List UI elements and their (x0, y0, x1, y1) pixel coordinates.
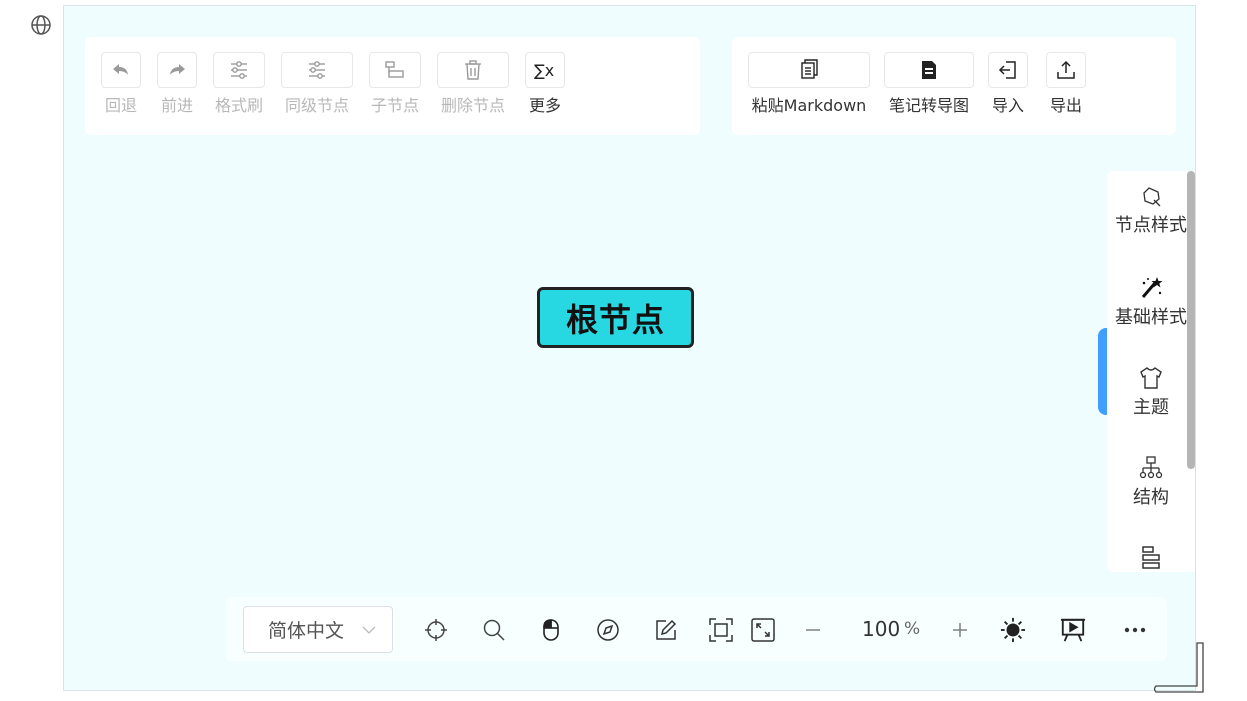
sidebar-item-label: 节点样式 (1115, 215, 1187, 236)
sidebar-item-node-style[interactable]: 节点样式 (1107, 171, 1195, 261)
edit-icon[interactable] (653, 617, 679, 643)
note-to-map-button[interactable]: 笔记转导图 (884, 52, 974, 115)
file-toolbar: 粘贴Markdown 笔记转导图 导入 导出 (732, 37, 1176, 135)
chevron-down-icon (362, 626, 376, 634)
export-button[interactable]: 导出 (1046, 52, 1086, 115)
delete-node-button[interactable]: 删除节点 (437, 52, 509, 115)
export-label: 导出 (1049, 96, 1082, 115)
import-button[interactable]: 导入 (988, 52, 1028, 115)
zoom-unit: % (904, 619, 921, 639)
delete-node-label: 删除节点 (440, 96, 505, 115)
child-node-button[interactable]: 子节点 (369, 52, 421, 115)
redo-icon (157, 52, 197, 88)
redo-button[interactable]: 前进 (157, 52, 197, 115)
more-icon[interactable] (1122, 617, 1148, 643)
formula-icon: ∑x (525, 52, 565, 88)
import-icon (988, 52, 1028, 88)
undo-icon (101, 52, 141, 88)
import-label: 导入 (991, 96, 1024, 115)
paste-markdown-button[interactable]: 粘贴Markdown (748, 52, 870, 115)
presentation-icon[interactable] (1060, 617, 1086, 643)
sidebar-item-label: 结构 (1133, 487, 1169, 508)
sidebar-item-base-style[interactable]: 基础样式 (1107, 261, 1195, 351)
format-painter-button[interactable]: 格式刷 (213, 52, 265, 115)
locate-icon[interactable] (423, 617, 449, 643)
more-button[interactable]: ∑x 更多 (525, 52, 565, 115)
svg-text:∑x: ∑x (534, 61, 554, 80)
format-painter-icon (213, 52, 265, 88)
style-sidebar: 节点样式 基础样式 主题 结构 (1107, 171, 1195, 572)
search-icon[interactable] (481, 617, 507, 643)
child-node-icon (369, 52, 421, 88)
shirt-icon (1140, 367, 1162, 389)
note-icon (884, 52, 974, 88)
format-painter-label: 格式刷 (214, 96, 263, 115)
sidebar-item-outline[interactable] (1107, 531, 1195, 572)
paste-markdown-label: 粘贴Markdown (751, 96, 867, 115)
child-node-label: 子节点 (370, 96, 419, 115)
outline-icon (1142, 546, 1160, 569)
zoom-in-icon[interactable] (947, 617, 973, 643)
root-node[interactable]: 根节点 (537, 287, 694, 348)
magic-wand-icon (1141, 277, 1163, 298)
node-style-icon (1143, 187, 1161, 207)
resize-handle-icon[interactable] (1153, 642, 1205, 694)
sidebar-scrollbar[interactable] (1187, 171, 1195, 469)
sibling-node-button[interactable]: 同级节点 (281, 52, 353, 115)
language-select[interactable]: 简体中文 (243, 606, 393, 653)
sidebar-item-theme[interactable]: 主题 (1107, 351, 1195, 441)
zoom-value: 100 (862, 617, 901, 641)
sidebar-item-structure[interactable]: 结构 (1107, 441, 1195, 531)
fullscreen-icon[interactable] (750, 617, 776, 643)
compass-icon[interactable] (595, 617, 621, 643)
sibling-node-icon (281, 52, 353, 88)
paste-markdown-icon (748, 52, 870, 88)
dark-mode-icon[interactable] (1000, 617, 1026, 643)
edit-toolbar: 回退 前进 格式刷 同级节点 子节点 删除节点 ∑x 更多 (85, 37, 700, 135)
language-value: 简体中文 (268, 620, 345, 642)
undo-label: 回退 (104, 96, 137, 115)
zoom-out-icon[interactable] (800, 617, 826, 643)
trash-icon (437, 52, 509, 88)
sibling-node-label: 同级节点 (284, 96, 349, 115)
fit-icon[interactable] (708, 617, 734, 643)
sidebar-item-label: 基础样式 (1115, 307, 1187, 328)
mouse-icon[interactable] (538, 617, 564, 643)
structure-icon (1139, 456, 1163, 479)
note-to-map-label: 笔记转导图 (888, 96, 969, 115)
globe-icon[interactable] (30, 14, 52, 36)
redo-label: 前进 (160, 96, 193, 115)
undo-button[interactable]: 回退 (101, 52, 141, 115)
export-icon (1046, 52, 1086, 88)
more-label: 更多 (528, 96, 561, 115)
sidebar-item-label: 主题 (1133, 397, 1169, 418)
